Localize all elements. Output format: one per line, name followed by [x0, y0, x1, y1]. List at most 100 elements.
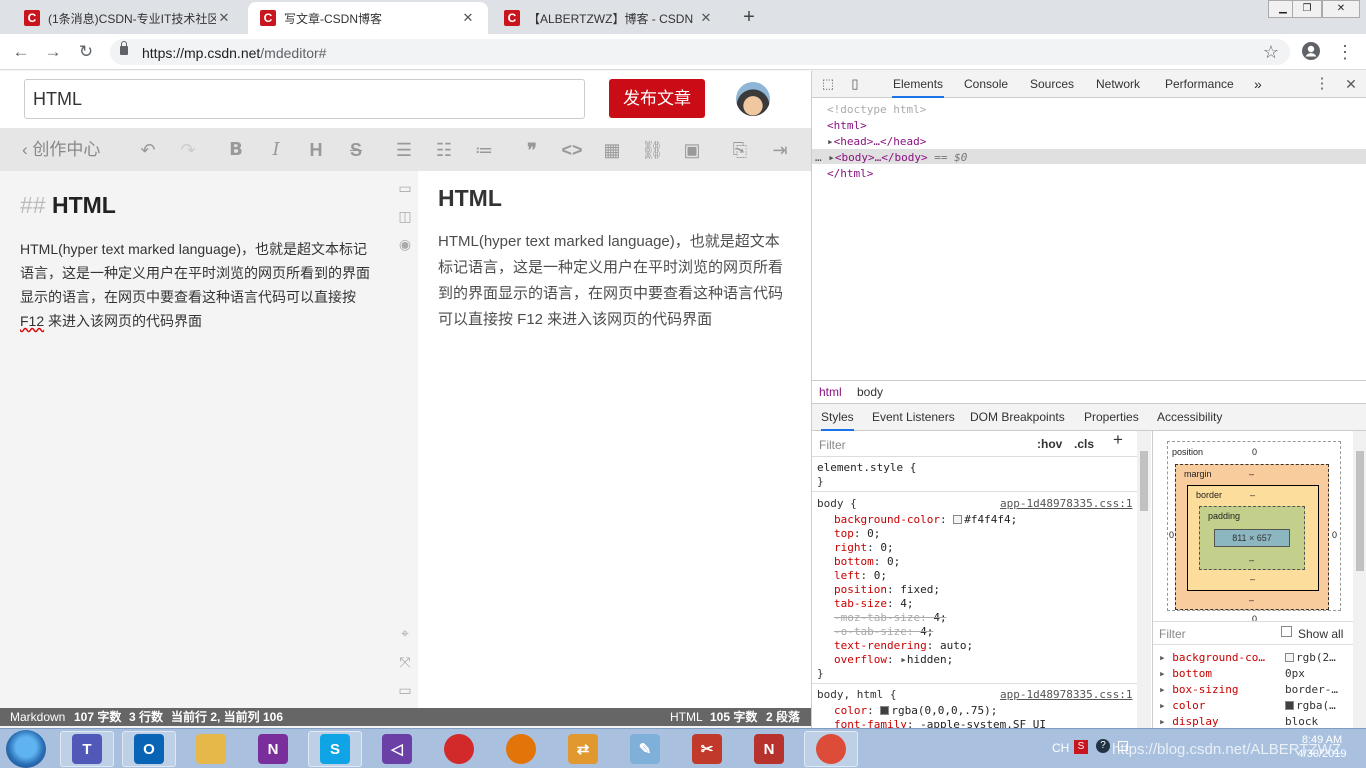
taskbar-app[interactable]: T — [60, 731, 114, 767]
style-declaration[interactable]: tab-size: 4; — [834, 597, 913, 611]
ordered-list-icon[interactable]: ☷ — [433, 139, 455, 161]
taskbar-app[interactable]: O — [122, 731, 176, 767]
table-icon[interactable]: ▦ — [601, 139, 623, 161]
inspect-element-icon[interactable]: ⬚ — [820, 76, 836, 92]
tab-elements[interactable]: Elements — [892, 71, 945, 98]
body-html-rule-source-link[interactable]: app-1d48978335.css:1 — [1000, 688, 1132, 702]
tab-close-icon[interactable]: ✕ — [698, 10, 714, 26]
expand-triangle-icon[interactable]: ▸ — [1159, 683, 1172, 696]
taskbar-app[interactable]: ✂ — [680, 731, 734, 767]
publish-article-button[interactable]: 发布文章 — [609, 79, 705, 118]
tab-sources[interactable]: Sources — [1029, 71, 1075, 98]
styles-filter-input[interactable]: Filter :hov .cls + — [812, 431, 1137, 457]
taskbar-app[interactable] — [494, 731, 548, 767]
strikethrough-icon[interactable]: S — [345, 139, 367, 161]
expand-triangle-icon[interactable]: ▸ — [1159, 699, 1172, 712]
template-icon[interactable]: ▭ — [396, 681, 414, 699]
styles-scrollbar[interactable] — [1137, 431, 1151, 728]
cls-toggle[interactable]: .cls — [1074, 437, 1094, 451]
taskbar-app[interactable]: ⇄ — [556, 731, 610, 767]
style-declaration[interactable]: color: rgba(0,0,0,.75); — [834, 704, 997, 718]
body-html-rule-selector[interactable]: body, html { — [817, 688, 896, 702]
close-window-button[interactable]: ✕ — [1322, 0, 1360, 18]
taskbar-app[interactable] — [804, 731, 858, 767]
export-icon[interactable]: ⇥ — [769, 139, 791, 161]
color-swatch[interactable] — [953, 515, 963, 524]
device-toolbar-icon[interactable]: ▯ — [847, 76, 863, 92]
maximize-button[interactable]: ❐ — [1292, 0, 1322, 18]
help-icon[interactable]: ? — [1096, 739, 1110, 753]
taskbar-app[interactable]: N — [742, 731, 796, 767]
code-icon[interactable]: <> — [561, 139, 583, 161]
box-model-content[interactable]: 811 × 657 — [1214, 529, 1290, 547]
fullscreen-icon[interactable]: ⤧ — [396, 653, 414, 671]
bookmark-star-icon[interactable]: ☆ — [1260, 41, 1282, 63]
computed-property-row[interactable]: ▸ box-sizing border-… — [1159, 683, 1338, 697]
style-declaration[interactable]: bottom: 0; — [834, 555, 900, 569]
style-declaration[interactable]: -moz-tab-size: 4; — [834, 611, 947, 625]
tab-network[interactable]: Network — [1095, 71, 1141, 98]
split-view-icon[interactable]: ◫ — [396, 207, 414, 225]
hov-toggle[interactable]: :hov — [1037, 437, 1062, 451]
show-all-checkbox[interactable] — [1281, 626, 1292, 637]
more-tabs-icon[interactable]: » — [1253, 71, 1263, 98]
body-rule-selector[interactable]: body { — [817, 497, 857, 511]
tab-event-listeners[interactable]: Event Listeners — [872, 404, 955, 431]
tab-properties[interactable]: Properties — [1084, 404, 1139, 431]
breadcrumb-html[interactable]: html — [819, 385, 842, 399]
box-model-padding[interactable]: padding – 811 × 657 — [1199, 506, 1305, 570]
browser-menu-icon[interactable]: ⋮ — [1334, 41, 1356, 63]
sync-scroll-icon[interactable]: ⌖ — [396, 624, 414, 642]
style-declaration[interactable]: overflow: ▸hidden; — [834, 653, 953, 667]
tab-performance[interactable]: Performance — [1164, 71, 1235, 98]
italic-icon[interactable]: I — [265, 139, 287, 161]
body-rule-source-link[interactable]: app-1d48978335.css:1 — [1000, 497, 1132, 511]
tab-console[interactable]: Console — [963, 71, 1009, 98]
taskbar-app[interactable]: N — [246, 731, 300, 767]
scrollbar-thumb[interactable] — [1356, 451, 1364, 571]
avatar[interactable] — [736, 82, 770, 116]
taskbar-app[interactable]: ◁ — [370, 731, 424, 767]
expand-triangle-icon[interactable]: ▸ — [1159, 715, 1172, 728]
taskbar-app[interactable] — [184, 731, 238, 767]
style-declaration[interactable]: position: fixed; — [834, 583, 940, 597]
windows-start-button[interactable] — [6, 730, 46, 768]
quote-icon[interactable]: ❞ — [521, 139, 543, 161]
expand-triangle-icon[interactable]: ▸ — [1159, 667, 1172, 680]
reload-icon[interactable]: ↻ — [75, 41, 97, 63]
computed-filter-input[interactable]: Filter Show all — [1153, 621, 1366, 645]
breadcrumb-body[interactable]: body — [857, 385, 883, 399]
expand-triangle-icon[interactable]: ▸ — [900, 653, 907, 666]
markdown-source-pane[interactable]: ## HTML HTML(hyper text marked language)… — [0, 171, 392, 708]
computed-scrollbar[interactable] — [1353, 431, 1366, 728]
taskbar-app[interactable]: S — [308, 731, 362, 767]
input-language[interactable]: CH — [1052, 741, 1069, 755]
back-to-creation-center-link[interactable]: ‹ 创作中心 — [22, 139, 100, 161]
tab-styles[interactable]: Styles — [821, 404, 854, 431]
tab-write-article[interactable]: C 写文章-CSDN博客 ✕ — [248, 2, 488, 34]
tab-close-icon[interactable]: ✕ — [460, 10, 476, 26]
import-icon[interactable]: ⎘ — [729, 139, 751, 161]
style-declaration[interactable]: right: 0; — [834, 541, 894, 555]
style-declaration[interactable]: top: 0; — [834, 527, 880, 541]
dom-html-open[interactable]: <html> — [827, 118, 867, 134]
preview-eye-icon[interactable]: ◉ — [396, 235, 414, 253]
article-title-input[interactable] — [24, 79, 585, 119]
tab-csdn-home[interactable]: C (1条消息)CSDN-专业IT技术社区 ✕ — [12, 2, 244, 34]
new-tab-button[interactable]: + — [736, 3, 762, 31]
tab-close-icon[interactable]: ✕ — [216, 10, 232, 26]
unordered-list-icon[interactable]: ☰ — [393, 139, 415, 161]
link-icon[interactable]: ⛓ — [641, 139, 664, 161]
taskbar-app[interactable]: ✎ — [618, 731, 672, 767]
dom-html-close[interactable]: </html> — [827, 166, 873, 182]
undo-icon[interactable]: ↶ — [137, 139, 159, 161]
image-icon[interactable]: ▣ — [681, 139, 703, 161]
tab-accessibility[interactable]: Accessibility — [1157, 404, 1222, 431]
color-swatch[interactable] — [880, 706, 890, 715]
tab-albertzwz-blog[interactable]: C 【ALBERTZWZ】博客 - CSDN ✕ — [492, 2, 726, 34]
style-declaration[interactable]: -o-tab-size: 4; — [834, 625, 933, 639]
box-model-margin[interactable]: margin – – border – – padding – 811 × 65… — [1175, 464, 1329, 610]
dom-doctype[interactable]: <!doctype html> — [827, 102, 926, 118]
style-declaration[interactable]: background-color: #f4f4f4; — [834, 513, 1017, 527]
taskbar-app[interactable] — [432, 731, 486, 767]
